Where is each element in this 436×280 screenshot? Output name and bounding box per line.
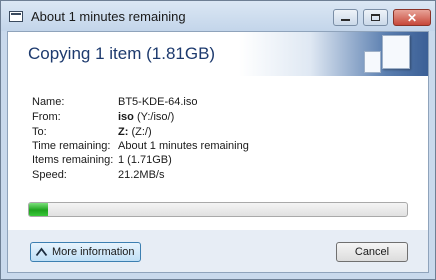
dialog-footer: More information Cancel [8, 230, 428, 272]
window-title: About 1 minutes remaining [31, 9, 186, 24]
window-icon [9, 11, 23, 22]
time-label: Time remaining: [32, 140, 111, 152]
document-icon-back [364, 51, 381, 73]
name-value: BT5-KDE-64.iso [118, 96, 198, 108]
progress-bar [28, 202, 408, 217]
maximize-icon [371, 14, 380, 21]
chevron-up-icon [35, 247, 48, 256]
speed-label: Speed: [32, 169, 67, 181]
to-folder: Z: [118, 126, 129, 138]
from-path: (Y:/iso/) [133, 111, 175, 123]
items-label: Items remaining: [32, 154, 114, 166]
from-folder: iso [118, 111, 134, 123]
to-path: (Z:/) [128, 126, 152, 138]
to-label: To: [32, 126, 47, 138]
cancel-button[interactable]: Cancel [336, 242, 408, 262]
copy-dialog: About 1 minutes remaining ✕ Copying 1 it… [0, 0, 436, 280]
title-bar[interactable]: About 1 minutes remaining ✕ [1, 1, 435, 31]
header-title: Copying 1 item (1.81GB) [28, 44, 216, 63]
minimize-button[interactable] [333, 9, 358, 26]
to-value[interactable]: Z: (Z:/) [118, 126, 152, 138]
more-information-label: More information [52, 246, 135, 258]
close-button[interactable]: ✕ [393, 9, 431, 26]
from-label: From: [32, 111, 61, 123]
dialog-header: Copying 1 item (1.81GB) [8, 32, 428, 76]
progress-fill [29, 203, 48, 216]
maximize-button[interactable] [363, 9, 388, 26]
close-icon: ✕ [406, 10, 418, 25]
name-label: Name: [32, 96, 65, 108]
more-information-button[interactable]: More information [30, 242, 141, 262]
speed-value: 21.2MB/s [118, 169, 165, 181]
document-icon-front [382, 35, 410, 69]
minimize-icon [341, 19, 350, 21]
items-value: 1 (1.71GB) [118, 154, 172, 166]
time-value: About 1 minutes remaining [118, 140, 249, 152]
dialog-client-area: Copying 1 item (1.81GB) Name: BT5-KDE-64… [7, 31, 429, 273]
from-value[interactable]: iso (Y:/iso/) [118, 111, 174, 123]
